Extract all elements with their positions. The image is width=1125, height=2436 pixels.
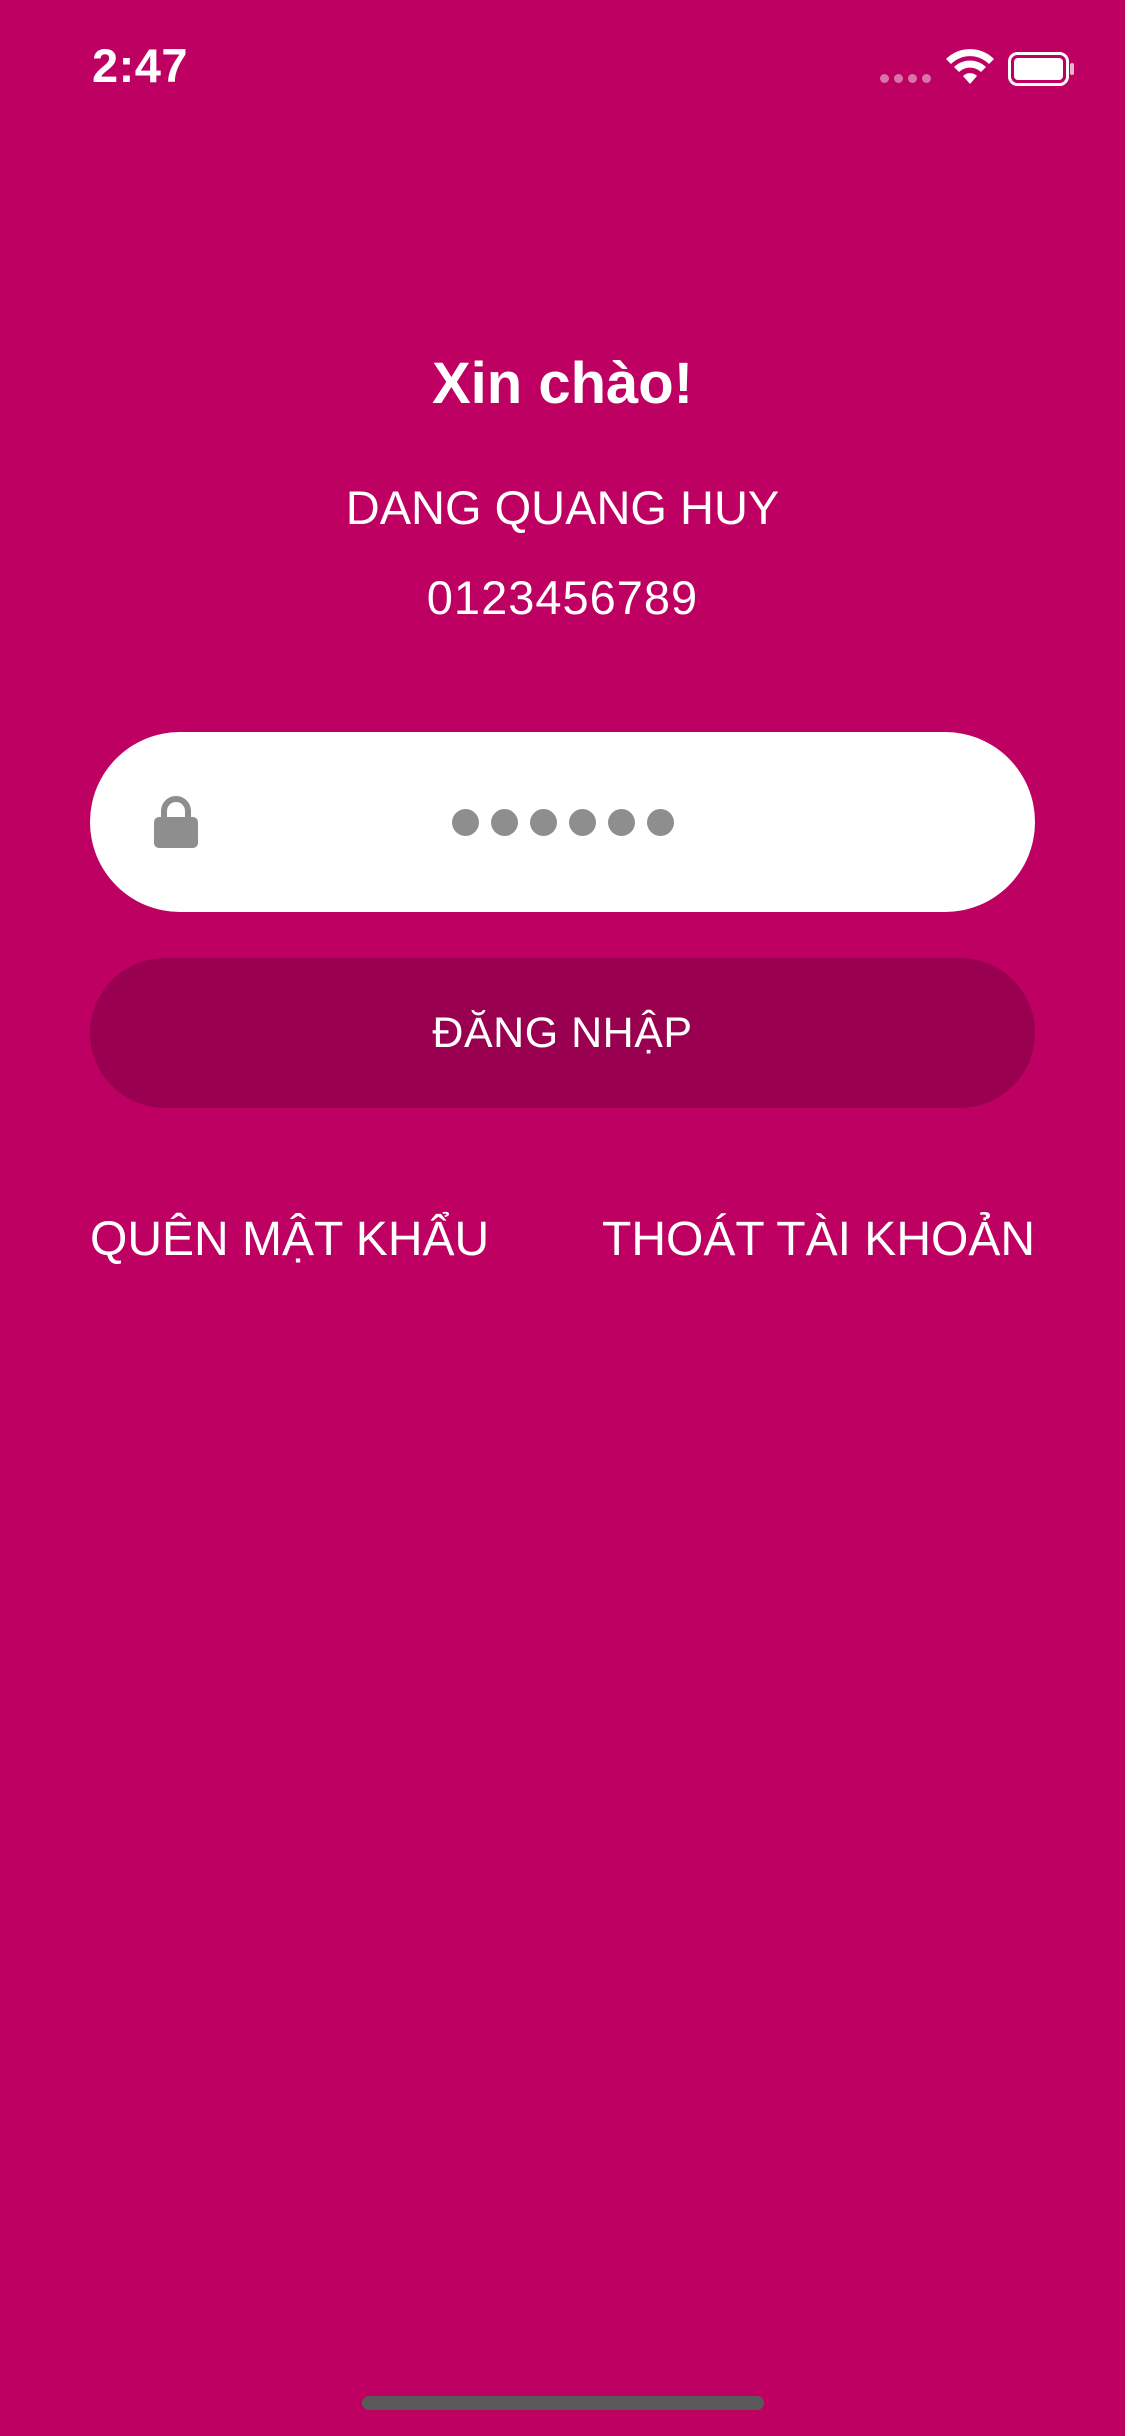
- password-dot: [646, 808, 674, 836]
- password-dot: [607, 808, 635, 836]
- login-button[interactable]: ĐĂNG NHẬP: [90, 958, 1035, 1108]
- forgot-password-link[interactable]: QUÊN MẬT KHẨU: [90, 1212, 489, 1267]
- password-dot: [451, 808, 479, 836]
- password-dot: [490, 808, 518, 836]
- password-dot: [568, 808, 596, 836]
- battery-icon: [1008, 52, 1074, 86]
- password-field[interactable]: [90, 732, 1035, 912]
- greeting-title: Xin chào!: [431, 351, 694, 416]
- home-indicator[interactable]: [362, 2396, 764, 2410]
- password-mask: [90, 732, 1035, 912]
- logout-link[interactable]: THOÁT TÀI KHOẢN: [602, 1212, 1035, 1267]
- user-name: DANG QUANG HUY: [345, 481, 780, 534]
- password-dot: [529, 808, 557, 836]
- wifi-icon: [946, 49, 994, 84]
- signal-icon: [880, 74, 931, 83]
- status-time: 2:47: [92, 39, 189, 92]
- user-phone: 0123456789: [426, 571, 699, 624]
- status-bar: 2:47: [0, 0, 1125, 140]
